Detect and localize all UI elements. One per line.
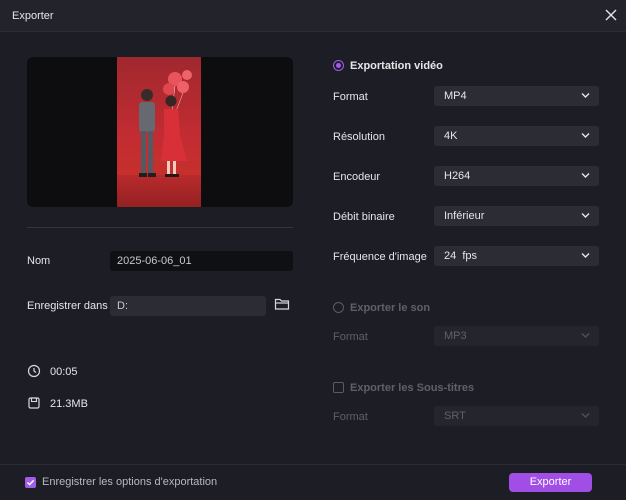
format-label: Format — [333, 91, 368, 103]
resolution-label: Résolution — [333, 131, 385, 143]
remember-options-label: Enregistrer les options d'exportation — [42, 476, 218, 488]
chevron-down-icon — [581, 93, 590, 98]
title-bar — [0, 0, 626, 32]
export-button[interactable]: Exporter — [509, 473, 592, 492]
file-size-value: 21.3MB — [50, 398, 88, 410]
audio-format-value: MP3 — [444, 330, 467, 342]
name-input[interactable] — [110, 251, 293, 271]
chevron-down-icon — [581, 213, 590, 218]
file-size-icon — [27, 396, 41, 410]
chevron-down-icon — [581, 133, 590, 138]
chevron-down-icon — [581, 333, 590, 338]
browse-folder-button[interactable] — [274, 297, 290, 311]
resolution-select[interactable]: 4K — [434, 126, 599, 146]
format-value: MP4 — [444, 90, 467, 102]
resolution-value: 4K — [444, 130, 458, 142]
left-divider — [27, 227, 293, 228]
bitrate-label: Débit binaire — [333, 211, 395, 223]
frame-rate-label: Fréquence d'image — [333, 251, 427, 263]
chevron-down-icon — [581, 413, 590, 418]
video-export-radio[interactable] — [333, 60, 344, 71]
video-export-title: Exportation vidéo — [350, 60, 443, 72]
subtitles-export-checkbox[interactable] — [333, 382, 344, 393]
folder-icon — [274, 298, 290, 310]
bitrate-value: Inférieur — [444, 210, 485, 222]
encoder-select[interactable]: H264 — [434, 166, 599, 186]
clock-icon — [27, 364, 41, 378]
subtitles-format-label: Format — [333, 411, 368, 423]
frame-rate-value: 24 fps — [444, 250, 478, 262]
frame-rate-select[interactable]: 24 fps — [434, 246, 599, 266]
close-button[interactable] — [604, 8, 618, 22]
subtitles-format-select[interactable]: SRT — [434, 406, 599, 426]
audio-format-select[interactable]: MP3 — [434, 326, 599, 346]
encoder-value: H264 — [444, 170, 471, 182]
chevron-down-icon — [581, 253, 590, 258]
preview-frame — [117, 57, 201, 207]
format-select[interactable]: MP4 — [434, 86, 599, 106]
audio-format-label: Format — [333, 331, 368, 343]
bitrate-select[interactable]: Inférieur — [434, 206, 599, 226]
subtitles-export-title: Exporter les Sous-titres — [350, 382, 475, 394]
duration-value: 00:05 — [50, 366, 78, 378]
save-location-label: Enregistrer dans — [27, 300, 108, 312]
name-label: Nom — [27, 255, 51, 267]
audio-export-radio[interactable] — [333, 302, 344, 313]
preview-image — [117, 57, 201, 207]
subtitles-format-value: SRT — [444, 410, 466, 422]
chevron-down-icon — [581, 173, 590, 178]
save-location-input[interactable] — [110, 296, 266, 316]
close-icon — [605, 9, 617, 21]
audio-export-title: Exporter le son — [350, 302, 431, 314]
encoder-label: Encodeur — [333, 171, 381, 183]
check-icon — [26, 479, 35, 486]
video-preview — [27, 57, 293, 207]
window-title: Exporter — [12, 10, 54, 22]
remember-options-checkbox[interactable] — [25, 477, 36, 488]
